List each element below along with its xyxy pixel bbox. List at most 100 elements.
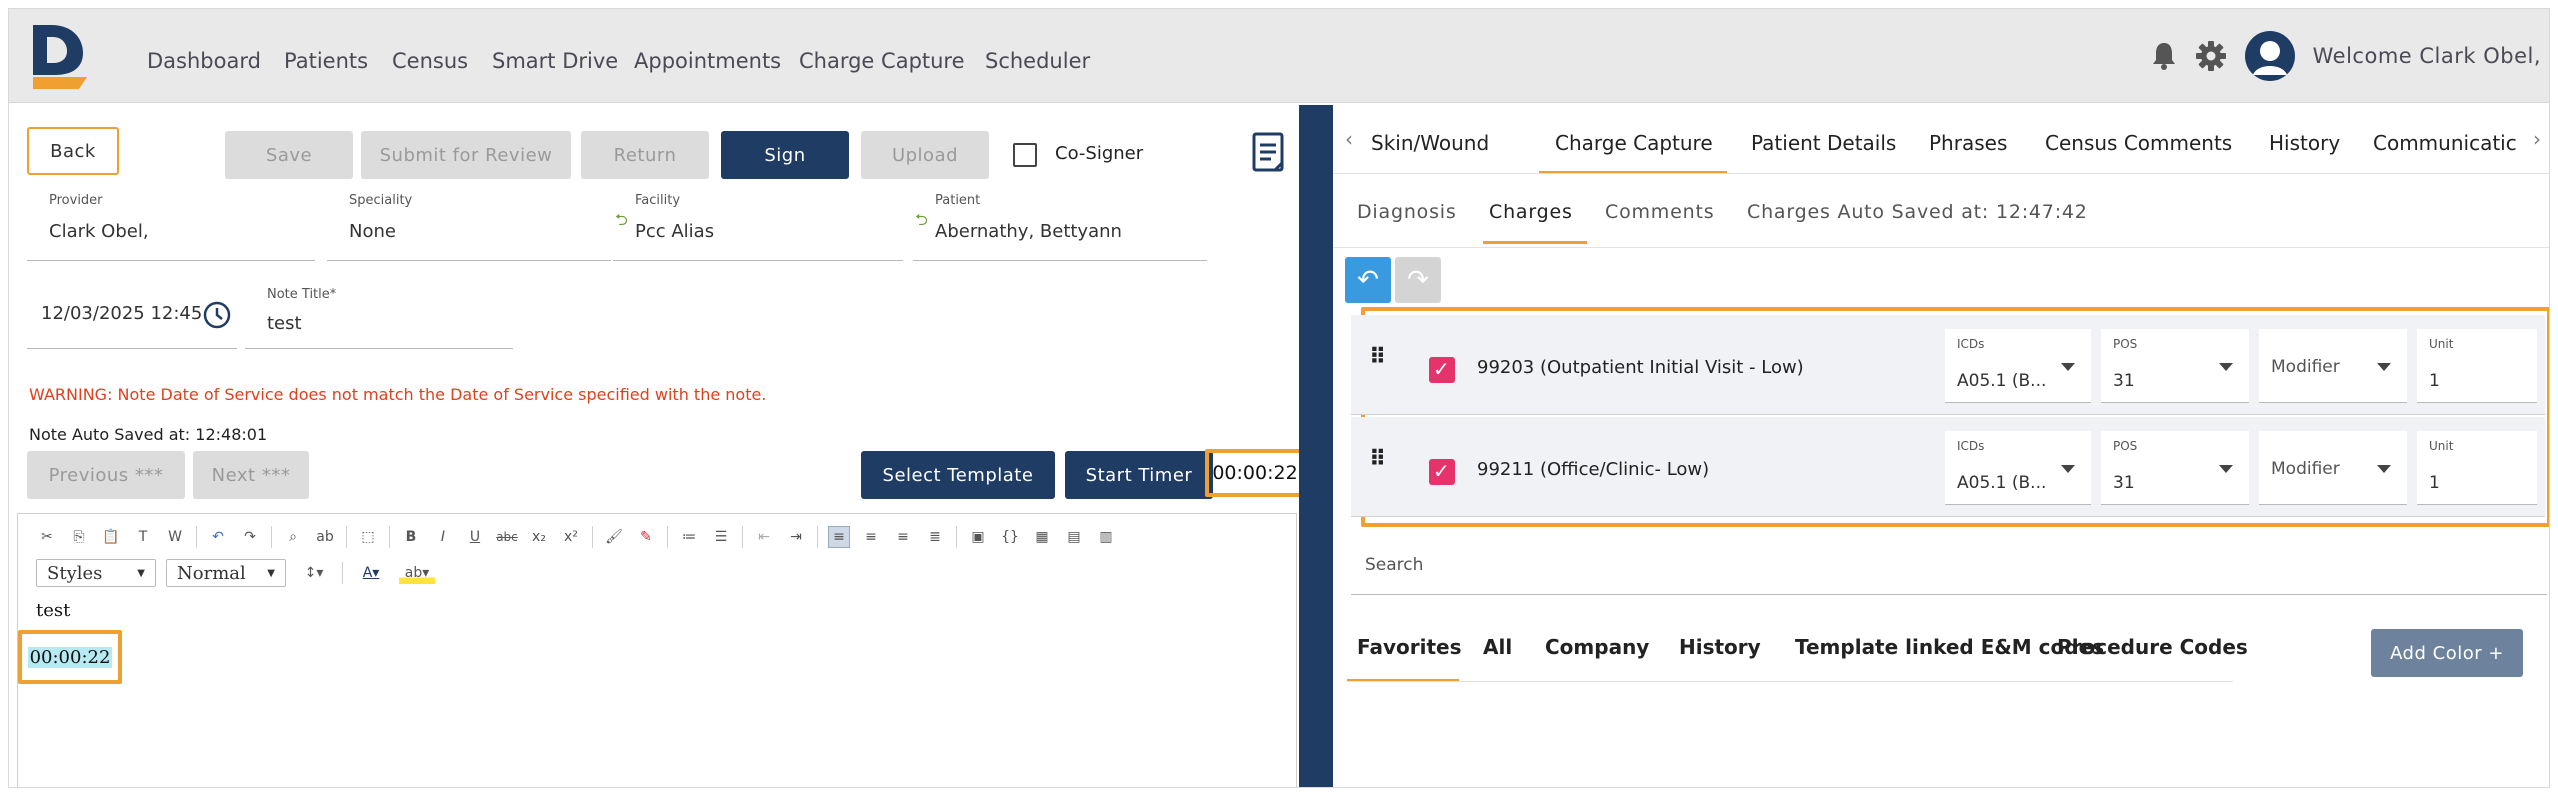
tab-phrases[interactable]: Phrases [1929,131,2007,155]
nav-census[interactable]: Census [392,49,468,73]
charge-search-input[interactable]: Search [1351,535,2547,595]
align-center-icon[interactable]: ≡ [860,526,882,548]
redo-icon[interactable]: ↷ [239,526,261,548]
avatar[interactable] [2244,31,2295,81]
unit-input[interactable]: Unit 1 [2417,431,2537,505]
tab-charge-capture[interactable]: Charge Capture [1555,131,1713,155]
tab-history-codes[interactable]: History [1679,635,1761,659]
add-color-button[interactable]: Add Color + [2371,629,2523,677]
tab-census-comments[interactable]: Census Comments [2045,131,2232,155]
clock-icon[interactable] [203,301,231,329]
undo-button[interactable]: ↶ [1345,257,1391,303]
pos-select[interactable]: POS 31 [2101,431,2249,505]
tab-skin-wound[interactable]: Skin/Wound [1371,131,1489,155]
modifier-select[interactable]: Modifier [2259,329,2407,403]
underline-icon[interactable]: U [464,526,486,548]
tab-communications[interactable]: Communicatic [2373,131,2517,155]
document-icon[interactable] [1251,131,1285,173]
rich-text-editor[interactable]: ✂ ⎘ 📋 T W ↶ ↷ ⌕ ab ⬚ B I U abc x₂ x² 🖌 ✎… [17,513,1297,787]
back-button[interactable]: Back [27,127,119,175]
tab-procedure-codes[interactable]: Procedure Codes [2057,635,2248,659]
icd-select[interactable]: ICDs A05.1 (B... [1945,431,2091,505]
placeholder-icon[interactable]: {} [999,526,1021,548]
find-icon[interactable]: ⌕ [282,526,304,548]
indent-icon[interactable]: ⇥ [785,526,807,548]
subtab-comments[interactable]: Comments [1605,201,1714,223]
copy-format-icon[interactable]: 🖌 [603,526,625,548]
modifier-select[interactable]: Modifier [2259,431,2407,505]
note-title-field[interactable]: Note Title* test [245,281,513,349]
subtab-diagnosis[interactable]: Diagnosis [1357,201,1457,223]
charge-checkbox[interactable]: ✓ [1429,459,1455,485]
paste-word-icon[interactable]: W [164,526,186,548]
numbered-list-icon[interactable]: ≔ [678,526,700,548]
bold-icon[interactable]: B [400,526,422,548]
tab-history[interactable]: History [2269,131,2340,155]
nav-dashboard[interactable]: Dashboard [147,49,261,73]
outdent-icon[interactable]: ⇤ [753,526,775,548]
cosigner-checkbox[interactable] [1013,143,1037,167]
align-left-icon[interactable]: ≡ [828,526,850,548]
drag-handle-icon[interactable]: ⠿ [1369,447,1386,472]
subtab-charges[interactable]: Charges [1489,201,1573,223]
tabs-scroll-left-icon[interactable]: ‹ [1345,127,1353,151]
icd-select[interactable]: ICDs A05.1 (B... [1945,329,2091,403]
tab-company[interactable]: Company [1545,635,1649,659]
copy-icon[interactable]: ⎘ [68,526,90,548]
justify-icon[interactable]: ≣ [924,526,946,548]
app-logo[interactable] [27,23,95,89]
paste-text-icon[interactable]: T [132,526,154,548]
select-template-button[interactable]: Select Template [861,451,1055,499]
speciality-field[interactable]: Speciality None [327,193,611,261]
table-icon[interactable]: ▦ [1031,526,1053,548]
patient-field[interactable]: ⮌ Patient Abernathy, Bettyann [913,193,1207,261]
format-dropdown[interactable]: Normal ▼ [166,559,286,587]
template-icon[interactable]: ▤ [1063,526,1085,548]
nav-smart-drive[interactable]: Smart Drive [492,49,618,73]
tab-favorites[interactable]: Favorites [1357,635,1462,659]
charge-row[interactable]: ⠿ ✓ 99203 (Outpatient Initial Visit - Lo… [1351,315,2545,415]
strikethrough-icon[interactable]: abc [496,526,518,548]
subscript-icon[interactable]: x₂ [528,526,550,548]
undo-icon[interactable]: ↶ [207,526,229,548]
bulleted-list-icon[interactable]: ☰ [710,526,732,548]
paste-icon[interactable]: 📋 [100,526,122,548]
upload-button[interactable]: Upload [861,131,989,179]
remove-format-icon[interactable]: ✎ [635,526,657,548]
previous-button[interactable]: Previous *** [27,451,185,499]
pos-select[interactable]: POS 31 [2101,329,2249,403]
line-height-icon[interactable]: ↕▾ [296,562,332,584]
unit-input[interactable]: Unit 1 [2417,329,2537,403]
tab-all[interactable]: All [1483,635,1512,659]
nav-charge-capture[interactable]: Charge Capture [799,49,965,73]
submit-for-review-button[interactable]: Submit for Review [361,131,571,179]
charge-checkbox[interactable]: ✓ [1429,357,1455,383]
bell-icon[interactable] [2151,41,2177,71]
italic-icon[interactable]: I [432,526,454,548]
sign-button[interactable]: Sign [721,131,849,179]
align-right-icon[interactable]: ≡ [892,526,914,548]
gear-icon[interactable] [2195,40,2227,72]
tab-patient-details[interactable]: Patient Details [1751,131,1896,155]
template-2-icon[interactable]: ▥ [1095,526,1117,548]
nav-patients[interactable]: Patients [284,49,368,73]
charge-row[interactable]: ⠿ ✓ 99211 (Office/Clinic- Low) ICDs A05.… [1351,417,2545,517]
next-button[interactable]: Next *** [193,451,309,499]
redo-button[interactable]: ↷ [1395,257,1441,303]
replace-icon[interactable]: ab [314,526,336,548]
nav-scheduler[interactable]: Scheduler [985,49,1090,73]
drag-handle-icon[interactable]: ⠿ [1369,345,1386,370]
styles-dropdown[interactable]: Styles ▼ [36,559,156,587]
return-button[interactable]: Return [581,131,709,179]
image-icon[interactable]: ▣ [967,526,989,548]
select-all-icon[interactable]: ⬚ [357,526,379,548]
date-of-service-field[interactable]: 12/03/2025 12:45 [27,281,237,349]
provider-field[interactable]: Provider Clark Obel, [27,193,315,261]
background-color-icon[interactable]: ab▾ [399,562,435,584]
cut-icon[interactable]: ✂ [36,526,58,548]
nav-appointments[interactable]: Appointments [634,49,781,73]
start-timer-button[interactable]: Start Timer [1065,451,1213,499]
facility-field[interactable]: ⮌ Facility Pcc Alias [613,193,903,261]
pane-divider[interactable] [1299,105,1333,787]
save-button[interactable]: Save [225,131,353,179]
